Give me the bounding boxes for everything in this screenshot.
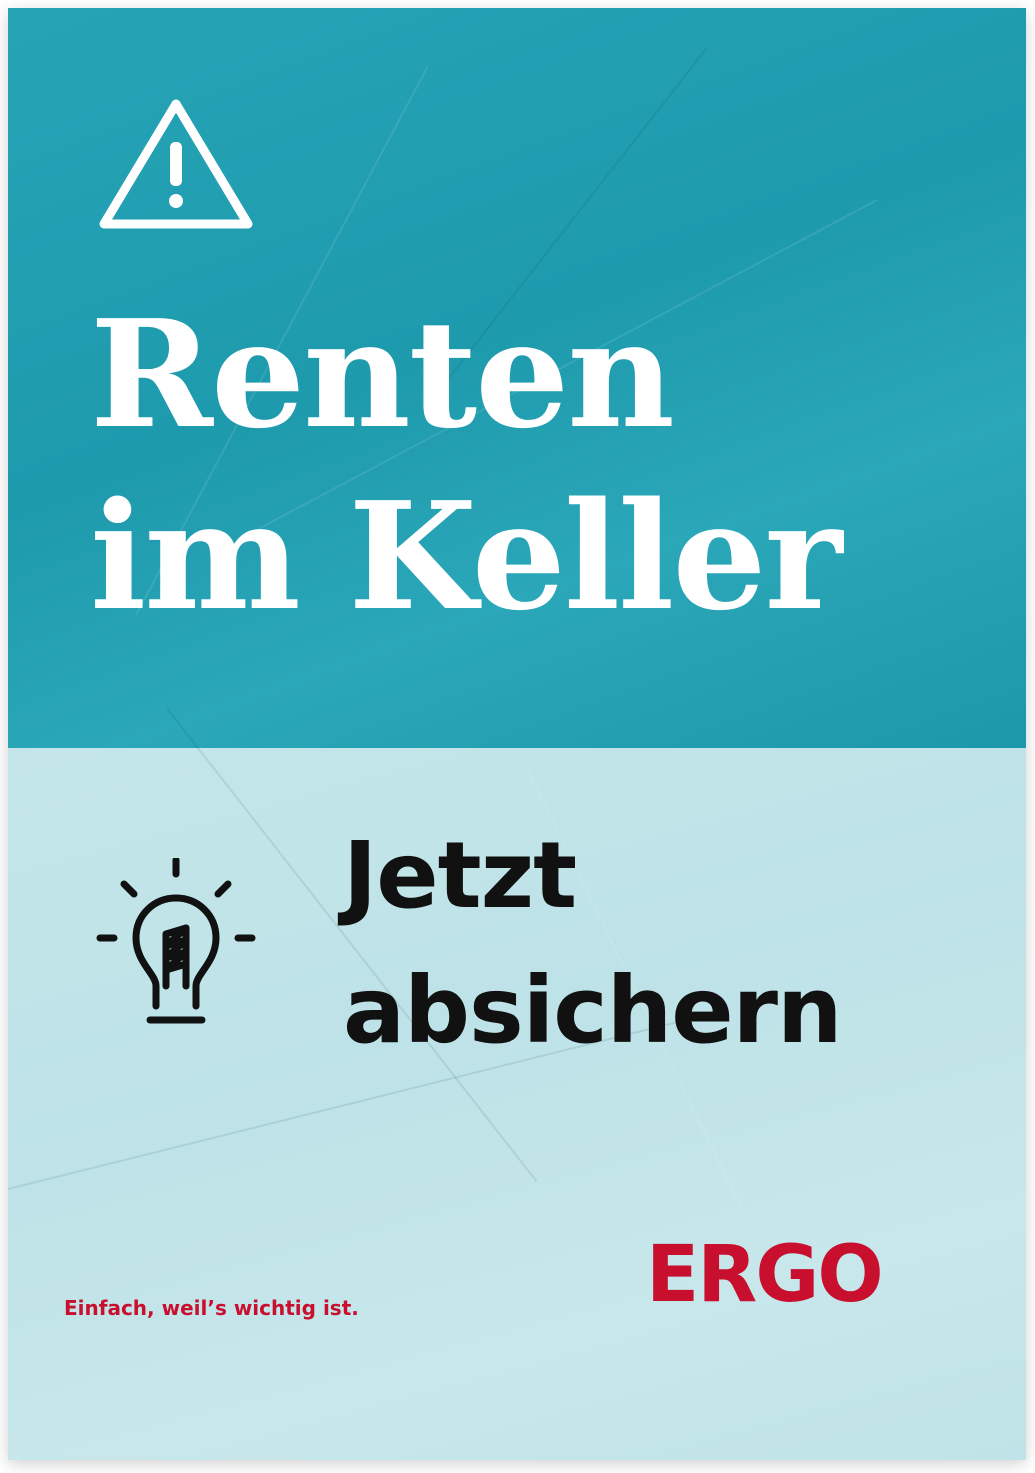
- headline-line-2: im Keller: [90, 469, 842, 643]
- page: Renten im Keller Jetzt absichern ERGO Ei…: [0, 0, 1035, 1473]
- tagline: Einfach, weil’s wichtig ist.: [64, 1296, 359, 1320]
- headline-line-1: Renten: [90, 287, 675, 461]
- cta-line-1: Jetzt: [343, 822, 577, 929]
- call-to-action: Jetzt absichern: [343, 808, 843, 1078]
- warning-triangle-icon: [99, 99, 253, 229]
- ergo-logo: ERGO: [646, 1230, 884, 1320]
- lightbulb-icon: [96, 858, 256, 1024]
- cta-line-2: absichern: [343, 957, 843, 1064]
- poster: Renten im Keller Jetzt absichern ERGO Ei…: [8, 8, 1026, 1460]
- headline: Renten im Keller: [90, 283, 842, 647]
